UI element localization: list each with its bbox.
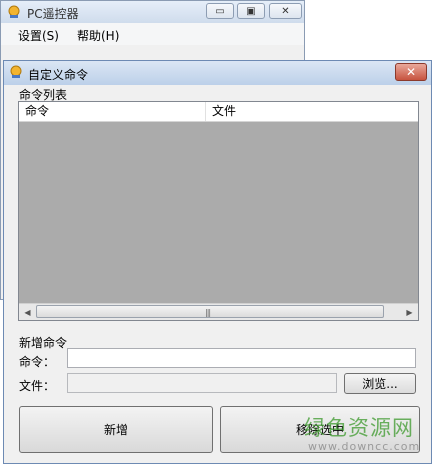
watermark-text: 绿色资源网	[304, 416, 414, 440]
file-input[interactable]	[67, 373, 337, 393]
background-titlebar[interactable]: PC遥控器 ▭ ▣ ✕	[1, 1, 304, 23]
minimize-icon: ▭	[215, 5, 225, 17]
background-close-button[interactable]: ✕	[269, 3, 302, 19]
dialog-titlebar[interactable]: 自定义命令 ✕	[4, 61, 431, 85]
column-header-file[interactable]: 文件	[206, 102, 418, 121]
horizontal-scrollbar[interactable]: ◀ ||| ▶	[19, 303, 418, 320]
watermark: 绿色资源网 www.downcc.com	[296, 412, 426, 460]
command-list-view[interactable]: 命令 文件 ◀ ||| ▶	[18, 101, 419, 321]
command-field-label: 命令：	[19, 355, 56, 369]
scroll-left-icon[interactable]: ◀	[19, 304, 36, 320]
add-button[interactable]: 新增	[19, 406, 213, 453]
app-icon	[8, 5, 20, 18]
close-icon: ✕	[281, 5, 290, 17]
list-header: 命令 文件	[19, 102, 418, 122]
browse-button[interactable]: 浏览...	[344, 373, 416, 394]
scrollbar-grip-icon: |||	[205, 308, 211, 317]
scroll-right-icon[interactable]: ▶	[401, 304, 418, 320]
menu-bar: 设置(S) 帮助(H)	[1, 23, 304, 45]
maximize-icon: ▣	[246, 5, 256, 17]
menu-settings[interactable]: 设置(S)	[18, 27, 59, 44]
dialog-title: 自定义命令	[28, 68, 89, 82]
close-icon: ✕	[405, 65, 417, 79]
command-input[interactable]	[67, 348, 416, 368]
file-field-label: 文件：	[19, 379, 56, 393]
column-header-command[interactable]: 命令	[19, 102, 206, 121]
background-window-title: PC遥控器	[27, 7, 79, 21]
watermark-url: www.downcc.com	[308, 440, 421, 453]
minimize-button[interactable]: ▭	[206, 3, 234, 19]
dialog-close-button[interactable]: ✕	[395, 63, 427, 81]
new-command-group-label: 新增命令	[18, 334, 69, 351]
scrollbar-thumb[interactable]: |||	[36, 305, 384, 318]
menu-help[interactable]: 帮助(H)	[77, 27, 119, 44]
custom-command-dialog: 自定义命令 ✕ 命令列表 命令 文件 ◀ ||| ▶ 新增命令 命令： 文件： …	[3, 60, 432, 464]
app-icon	[10, 65, 22, 78]
maximize-button[interactable]: ▣	[237, 3, 265, 19]
